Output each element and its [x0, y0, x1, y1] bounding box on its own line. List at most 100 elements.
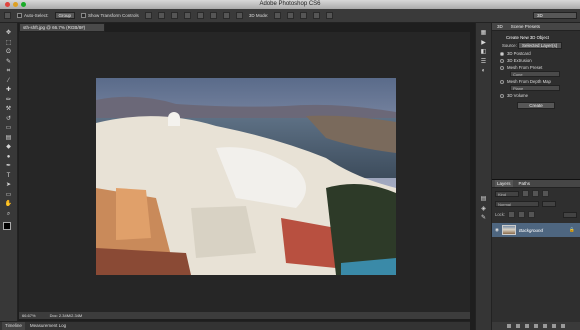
brush-tool-icon[interactable]: ✏ — [4, 96, 14, 104]
healing-tool-icon[interactable]: ✚ — [4, 86, 14, 94]
zoom-tool-icon[interactable]: ⌕ — [4, 210, 14, 218]
radio-3d-volume[interactable] — [500, 93, 504, 98]
show-transform-option[interactable]: Show Transform Controls — [81, 13, 139, 18]
align-right-icon[interactable] — [209, 12, 217, 19]
move-tool-preset-icon[interactable] — [4, 12, 11, 19]
quick-select-tool-icon[interactable]: ✎ — [4, 58, 14, 66]
lock-all-icon[interactable] — [528, 211, 536, 218]
paths-panel-icon[interactable]: ✎ — [479, 214, 489, 222]
tab-layers[interactable]: Layers — [495, 180, 513, 187]
auto-select-option[interactable]: Auto-Select: — [17, 13, 49, 18]
option-3d-volume[interactable]: 3D Volume — [500, 93, 580, 98]
kind-filter-dropdown[interactable]: Kind — [495, 190, 519, 197]
path-select-tool-icon[interactable]: ➤ — [4, 181, 14, 189]
add-mask-icon[interactable] — [525, 324, 529, 328]
distribute-h-icon[interactable] — [235, 12, 243, 19]
option-3d-extrusion[interactable]: 3D Extrusion — [500, 58, 580, 63]
color-swatches[interactable] — [2, 221, 16, 234]
new-layer-icon[interactable] — [552, 324, 556, 328]
align-left-icon[interactable] — [183, 12, 191, 19]
source-dropdown[interactable]: Selected Layer(s) — [518, 42, 563, 49]
filter-adjust-icon[interactable] — [532, 190, 539, 197]
3d-pan-icon[interactable] — [300, 12, 308, 19]
marquee-tool-icon[interactable]: ⬚ — [4, 39, 14, 47]
tab-measurement-log[interactable]: Measurement Log — [26, 322, 70, 330]
distribute-icon[interactable] — [222, 12, 230, 19]
shape-tool-icon[interactable]: ▭ — [4, 191, 14, 199]
blur-tool-icon[interactable]: ◆ — [4, 143, 14, 151]
lasso-tool-icon[interactable]: ʘ — [4, 48, 14, 56]
type-tool-icon[interactable]: T — [4, 172, 14, 180]
3d-scale-icon[interactable] — [326, 12, 334, 19]
close-window-icon[interactable] — [5, 2, 10, 7]
radio-3d-postcard[interactable] — [500, 51, 504, 56]
filter-type-icon[interactable] — [542, 190, 549, 197]
stamp-tool-icon[interactable]: ⚒ — [4, 105, 14, 113]
layer-name[interactable]: Background — [519, 228, 543, 233]
gradient-tool-icon[interactable]: ▤ — [4, 134, 14, 142]
adjustments-panel-icon[interactable]: ◐ — [479, 67, 489, 75]
document-tab[interactable]: sth-shft.jpg @ 66.7% (RGB/8#) — [19, 23, 105, 32]
eyedropper-tool-icon[interactable]: ⁄ — [4, 77, 14, 85]
source-label: Source: — [502, 43, 517, 48]
crop-tool-icon[interactable]: ⌗ — [4, 67, 14, 75]
filter-pixel-icon[interactable] — [522, 190, 529, 197]
3d-rotate-icon[interactable] — [274, 12, 282, 19]
minimize-window-icon[interactable] — [13, 2, 18, 7]
3d-panel-tab[interactable]: 3D — [495, 23, 505, 30]
preset-dropdown[interactable]: Cone — [510, 71, 560, 77]
dodge-tool-icon[interactable]: ● — [4, 153, 14, 161]
align-middle-icon[interactable] — [157, 12, 165, 19]
tab-timeline[interactable]: Timeline — [2, 322, 25, 330]
layers-panel-icon[interactable]: ▤ — [479, 195, 489, 203]
zoom-readout[interactable]: 66.67% — [22, 312, 36, 319]
layers-footer — [492, 322, 580, 330]
lock-pixels-icon[interactable] — [508, 211, 516, 218]
properties-panel-icon[interactable]: ☰ — [479, 58, 489, 66]
zoom-window-icon[interactable] — [21, 2, 26, 7]
delete-layer-icon[interactable] — [561, 324, 565, 328]
eraser-tool-icon[interactable]: ▭ — [4, 124, 14, 132]
option-mesh-from-preset[interactable]: Mesh From Preset — [500, 65, 580, 70]
fill-field[interactable] — [563, 211, 577, 218]
lock-position-icon[interactable] — [518, 211, 526, 218]
tab-paths[interactable]: Paths — [517, 180, 533, 187]
visibility-eye-icon[interactable]: ◉ — [495, 227, 499, 233]
auto-select-label: Auto-Select: — [24, 13, 49, 18]
layer-style-icon[interactable] — [516, 324, 520, 328]
pen-tool-icon[interactable]: ✒ — [4, 162, 14, 170]
radio-mesh-from-depth-map[interactable] — [500, 79, 504, 84]
auto-select-dropdown[interactable]: Group — [54, 12, 76, 19]
new-group-icon[interactable] — [543, 324, 547, 328]
adjustment-layer-icon[interactable] — [534, 324, 538, 328]
opacity-field[interactable] — [542, 201, 556, 207]
auto-select-checkbox[interactable] — [17, 13, 22, 18]
foreground-color-swatch[interactable] — [2, 221, 11, 230]
create-button[interactable]: Create — [517, 102, 555, 109]
hand-tool-icon[interactable]: ✋ — [4, 200, 14, 208]
layer-row[interactable]: ◉ Background 🔒 — [492, 223, 580, 237]
santorini-photo — [96, 78, 396, 275]
history-brush-tool-icon[interactable]: ↺ — [4, 115, 14, 123]
show-transform-checkbox[interactable] — [81, 13, 87, 18]
align-bottom-icon[interactable] — [170, 12, 178, 19]
radio-3d-extrusion[interactable] — [500, 58, 504, 63]
align-center-icon[interactable] — [196, 12, 204, 19]
actions-panel-icon[interactable]: ▶ — [479, 39, 489, 47]
3d-panel-icon[interactable]: ◧ — [479, 48, 489, 56]
3d-roll-icon[interactable] — [287, 12, 295, 19]
channels-panel-icon[interactable]: ◈ — [479, 205, 489, 213]
align-top-icon[interactable] — [144, 12, 152, 19]
link-layers-icon[interactable] — [507, 324, 511, 328]
radio-mesh-from-preset[interactable] — [500, 65, 504, 70]
history-panel-icon[interactable]: ▦ — [479, 29, 489, 37]
document-image[interactable] — [96, 78, 396, 275]
option-mesh-from-depth-map[interactable]: Mesh From Depth Map — [500, 79, 580, 84]
workspace-dropdown[interactable]: 3D — [533, 12, 577, 19]
option-3d-postcard[interactable]: 3D Postcard — [500, 51, 580, 56]
scene-presets-label: Scene Presets — [510, 24, 541, 29]
move-tool-icon[interactable]: ✥ — [4, 29, 14, 37]
blend-mode-dropdown[interactable]: Normal — [495, 201, 539, 207]
3d-slide-icon[interactable] — [313, 12, 321, 19]
depth-map-dropdown[interactable]: Plane — [510, 85, 560, 91]
